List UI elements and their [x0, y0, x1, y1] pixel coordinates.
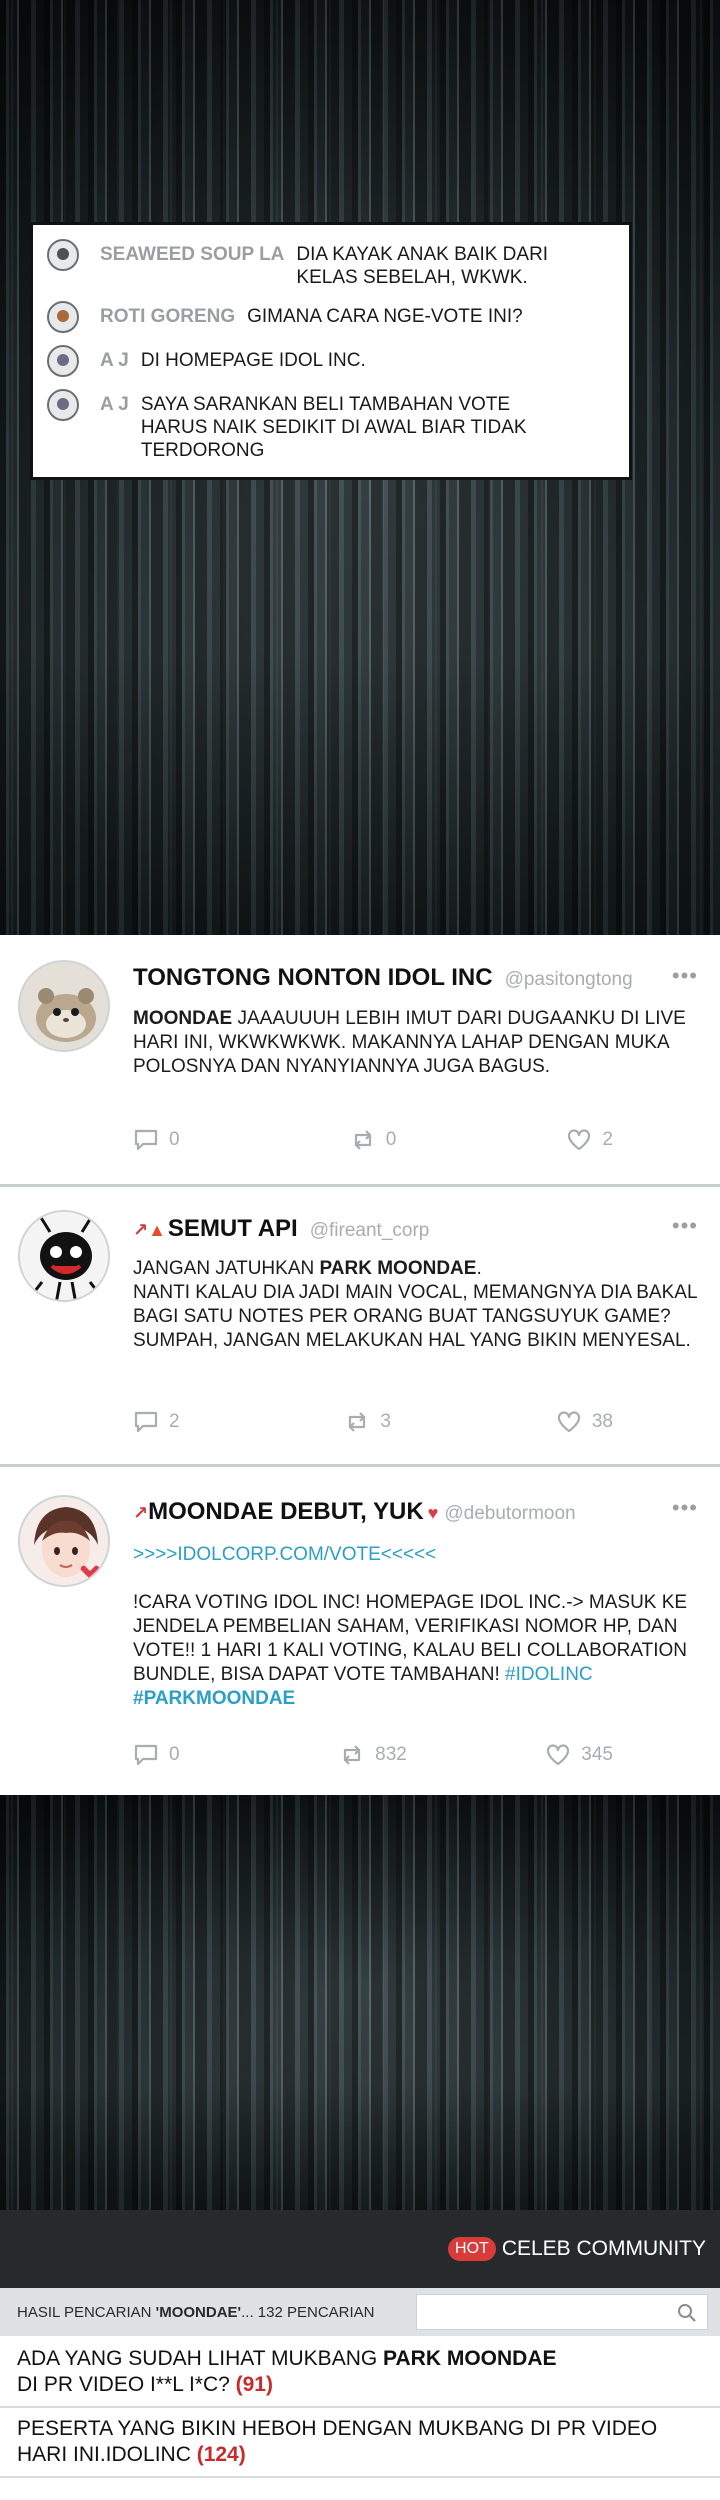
tweet-header: ↗ MOONDAE DEBUT, YUK ♥ @debutormoon — [133, 1498, 576, 1526]
like-count: 2 — [602, 1129, 613, 1150]
tweet-author[interactable]: MOONDAE DEBUT, YUK — [148, 1498, 424, 1526]
tweet-header: ↗ ▲ SEMUT API @fireant_corp — [133, 1215, 429, 1243]
reply-icon — [134, 1744, 158, 1766]
heart-icon — [547, 1744, 570, 1766]
tweet: TONGTONG NONTON IDOL INC @pasitongtong •… — [0, 935, 720, 1187]
community-header: HOT CELEB COMMUNITY — [0, 2210, 720, 2288]
retweet-button[interactable]: 0 — [350, 1128, 567, 1152]
avatar[interactable] — [47, 389, 79, 421]
retweet-icon — [354, 1130, 371, 1150]
vote-link[interactable]: >>>>IDOLCORP.COM/VOTE<<<<< — [133, 1543, 708, 1567]
more-options-icon[interactable]: ••• — [672, 1213, 698, 1239]
comment-row: A J DI HOMEPAGE IDOL INC. — [47, 345, 615, 377]
avatar[interactable] — [18, 1210, 110, 1302]
like-count: 38 — [591, 1411, 613, 1432]
tweet-author-prefix-icon: ↗ — [133, 1503, 149, 1523]
retweet-count: 3 — [380, 1411, 391, 1432]
comment-text: SAYA SARANKAN BELI TAMBAHAN VOTE HARUS N… — [140, 394, 527, 461]
reply-icon — [134, 1411, 158, 1433]
search-input[interactable] — [417, 2295, 657, 2329]
result-divider — [0, 2406, 720, 2408]
heart-emoji-icon: ♥ — [427, 1503, 439, 1523]
reply-count: 0 — [169, 1129, 180, 1150]
background-stripes-middle — [0, 1795, 720, 2210]
search-bar: HASIL PENCARIAN 'MOONDAE'... 132 PENCARI… — [0, 2288, 720, 2336]
comment-author[interactable]: A J — [100, 345, 129, 372]
like-button[interactable]: 345 — [545, 1743, 613, 1767]
community-title[interactable]: CELEB COMMUNITY — [502, 2237, 706, 2261]
tweet: ↗ MOONDAE DEBUT, YUK ♥ @debutormoon ••• … — [0, 1467, 720, 1795]
comment-count: (91) — [235, 2373, 273, 2396]
hashtag-link[interactable]: #IDOLINC — [505, 1664, 593, 1685]
search-icon[interactable] — [677, 2303, 697, 2323]
comment-count: (124) — [196, 2443, 246, 2466]
comment-author[interactable]: SEAWEED SOUP LA — [100, 239, 284, 266]
search-result-item[interactable]: PESERTA YANG BIKIN HEBOH DENGAN MUKBANG … — [0, 2416, 720, 2468]
comment-author[interactable]: ROTI GORENG — [100, 301, 235, 328]
avatar[interactable] — [47, 345, 79, 377]
retweet-button[interactable]: 3 — [344, 1410, 555, 1434]
like-button[interactable]: 38 — [556, 1410, 613, 1434]
avatar[interactable] — [47, 301, 79, 333]
retweet-icon — [344, 1745, 361, 1765]
heart-icon — [557, 1411, 580, 1433]
fire-icon: ▲ — [148, 1220, 166, 1240]
like-count: 345 — [581, 1744, 613, 1765]
tweet-feed: TONGTONG NONTON IDOL INC @pasitongtong •… — [0, 935, 720, 1795]
hamster-avatar-icon — [20, 962, 108, 1050]
heart-icon — [568, 1129, 591, 1151]
hashtag-link[interactable]: #PARKMOONDAE — [133, 1688, 295, 1709]
search-summary: HASIL PENCARIAN 'MOONDAE'... 132 PENCARI… — [17, 2303, 375, 2321]
tweet-body: >>>>IDOLCORP.COM/VOTE<<<<< !CARA VOTING … — [133, 1543, 708, 1711]
tweet-actions: 2 3 38 — [133, 1410, 613, 1434]
reply-button[interactable]: 2 — [133, 1410, 344, 1434]
comment-text: GIMANA CARA NGE-VOTE INI? — [247, 306, 523, 327]
tweet-handle[interactable]: @fireant_corp — [310, 1220, 430, 1242]
tweet: ↗ ▲ SEMUT API @fireant_corp ••• JANGAN J… — [0, 1187, 720, 1467]
avatar[interactable] — [18, 960, 110, 1052]
reply-button[interactable]: 0 — [133, 1128, 350, 1152]
tweet-handle[interactable]: @debutormoon — [444, 1503, 575, 1525]
reply-count: 0 — [169, 1744, 180, 1765]
tweet-author[interactable]: SEMUT API — [168, 1215, 298, 1243]
retweet-count: 0 — [385, 1129, 397, 1150]
idol-avatar-icon — [20, 1497, 108, 1585]
search-field — [416, 2294, 708, 2330]
search-result-item[interactable]: ADA YANG SUDAH LIHAT MUKBANG PARK MOONDA… — [0, 2346, 720, 2398]
tweet-handle[interactable]: @pasitongtong — [505, 969, 633, 991]
reply-button[interactable]: 0 — [133, 1743, 339, 1767]
retweet-count: 832 — [375, 1744, 407, 1765]
comment-text: DIA KAYAK ANAK BAIK DARI KELAS SEBELAH, … — [296, 244, 549, 288]
result-divider — [0, 2476, 720, 2478]
more-options-icon[interactable]: ••• — [672, 963, 698, 989]
tweet-body: JANGAN JATUHKAN PARK MOONDAE. NANTI KALA… — [133, 1258, 697, 1351]
reply-count: 2 — [169, 1411, 180, 1432]
tweet-author[interactable]: TONGTONG NONTON IDOL INC — [133, 964, 493, 992]
retweet-button[interactable]: 832 — [339, 1743, 545, 1767]
avatar[interactable] — [47, 239, 79, 271]
comment-row: SEAWEED SOUP LA DIA KAYAK ANAK BAIK DARI… — [47, 239, 615, 289]
comment-box: SEAWEED SOUP LA DIA KAYAK ANAK BAIK DARI… — [30, 222, 632, 480]
comment-row: A J SAYA SARANKAN BELI TAMBAHAN VOTE HAR… — [47, 389, 615, 462]
comment-text: DI HOMEPAGE IDOL INC. — [140, 350, 366, 371]
ant-avatar-icon — [20, 1212, 108, 1300]
tweet-actions: 0 0 2 — [133, 1128, 613, 1152]
tweet-actions: 0 832 345 — [133, 1743, 613, 1767]
search-results: ADA YANG SUDAH LIHAT MUKBANG PARK MOONDA… — [0, 2336, 720, 2500]
more-options-icon[interactable]: ••• — [672, 1495, 698, 1521]
avatar[interactable] — [18, 1495, 110, 1587]
like-button[interactable]: 2 — [566, 1128, 613, 1152]
reply-icon — [134, 1129, 158, 1151]
tweet-body: MOONDAE JAAAUUUH LEBIH IMUT DARI DUGAANK… — [133, 1008, 686, 1077]
tweet-header: TONGTONG NONTON IDOL INC @pasitongtong — [133, 964, 633, 992]
tweet-author-prefix-icon: ↗ — [133, 1220, 149, 1240]
comment-row: ROTI GORENG GIMANA CARA NGE-VOTE INI? — [47, 301, 615, 333]
comment-author[interactable]: A J — [100, 389, 129, 416]
retweet-icon — [349, 1412, 366, 1432]
hot-badge: HOT — [448, 2237, 496, 2261]
